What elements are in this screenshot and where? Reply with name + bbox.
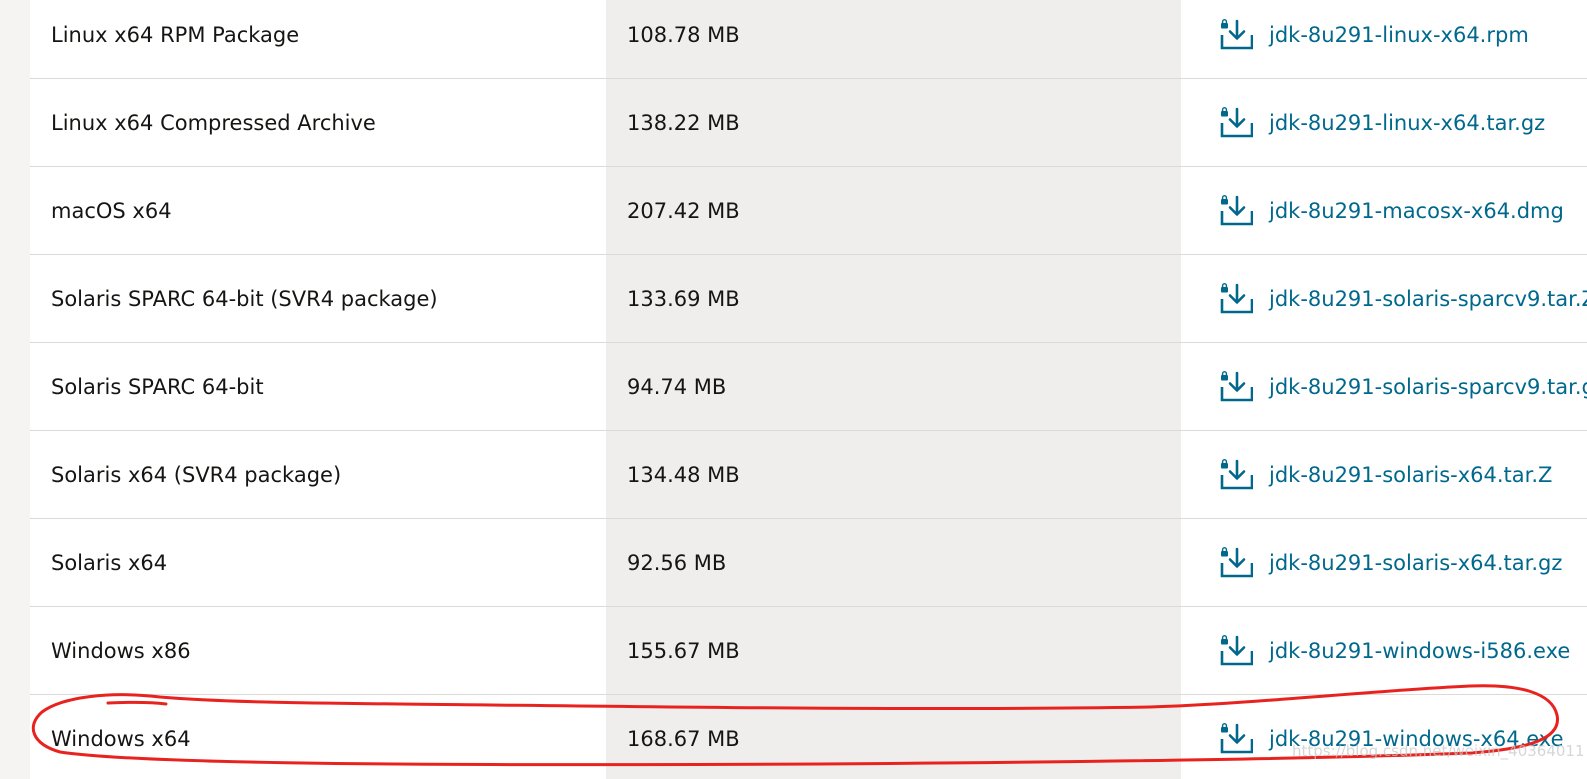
file-size-cell: 155.67 MB	[606, 607, 1181, 694]
product-cell: Linux x64 RPM Package	[30, 0, 606, 78]
download-cell: jdk-8u291-solaris-sparcv9.tar.Z	[1181, 255, 1587, 342]
download-link[interactable]: jdk-8u291-solaris-x64.tar.gz	[1269, 551, 1562, 575]
download-lock-icon[interactable]	[1219, 370, 1254, 404]
download-cell: jdk-8u291-linux-x64.tar.gz	[1181, 79, 1587, 166]
table-row: Solaris x64 (SVR4 package) 134.48 MB jdk…	[30, 431, 1587, 519]
download-page: Linux x64 RPM Package 108.78 MB jdk-8u29…	[0, 0, 1587, 779]
download-lock-icon[interactable]	[1219, 282, 1254, 316]
file-size-cell: 134.48 MB	[606, 431, 1181, 518]
product-cell: macOS x64	[30, 167, 606, 254]
download-link[interactable]: jdk-8u291-solaris-sparcv9.tar.gz	[1269, 375, 1587, 399]
product-cell: Windows x64	[30, 695, 606, 779]
download-lock-icon[interactable]	[1219, 722, 1254, 756]
download-lock-icon[interactable]	[1219, 458, 1254, 492]
download-link[interactable]: jdk-8u291-windows-x64.exe	[1269, 727, 1564, 751]
download-link[interactable]: jdk-8u291-linux-x64.tar.gz	[1269, 111, 1545, 135]
product-cell: Solaris SPARC 64-bit (SVR4 package)	[30, 255, 606, 342]
table-row: Solaris SPARC 64-bit (SVR4 package) 133.…	[30, 255, 1587, 343]
product-cell: Linux x64 Compressed Archive	[30, 79, 606, 166]
download-link[interactable]: jdk-8u291-macosx-x64.dmg	[1269, 199, 1564, 223]
table-row-highlighted: Windows x64 168.67 MB jdk-8u291-windows-…	[30, 695, 1587, 779]
table-row: Solaris SPARC 64-bit 94.74 MB jdk-8u291-…	[30, 343, 1587, 431]
file-size-cell: 92.56 MB	[606, 519, 1181, 606]
file-size-cell: 138.22 MB	[606, 79, 1181, 166]
file-size-cell: 94.74 MB	[606, 343, 1181, 430]
product-cell: Solaris SPARC 64-bit	[30, 343, 606, 430]
product-cell: Solaris x64 (SVR4 package)	[30, 431, 606, 518]
download-cell: jdk-8u291-windows-i586.exe	[1181, 607, 1587, 694]
download-cell: jdk-8u291-linux-x64.rpm	[1181, 0, 1587, 78]
download-table: Linux x64 RPM Package 108.78 MB jdk-8u29…	[30, 0, 1587, 779]
file-size-cell: 133.69 MB	[606, 255, 1181, 342]
download-lock-icon[interactable]	[1219, 634, 1254, 668]
download-link[interactable]: jdk-8u291-solaris-x64.tar.Z	[1269, 463, 1552, 487]
download-lock-icon[interactable]	[1219, 194, 1254, 228]
download-cell: jdk-8u291-solaris-x64.tar.gz	[1181, 519, 1587, 606]
download-cell: jdk-8u291-solaris-sparcv9.tar.gz	[1181, 343, 1587, 430]
file-size-cell: 108.78 MB	[606, 0, 1181, 78]
download-link[interactable]: jdk-8u291-solaris-sparcv9.tar.Z	[1269, 287, 1587, 311]
file-size-cell: 168.67 MB	[606, 695, 1181, 779]
download-lock-icon[interactable]	[1219, 546, 1254, 580]
table-row: Linux x64 Compressed Archive 138.22 MB j…	[30, 79, 1587, 167]
download-cell: jdk-8u291-solaris-x64.tar.Z	[1181, 431, 1587, 518]
download-cell: jdk-8u291-windows-x64.exe	[1181, 695, 1587, 779]
table-row: macOS x64 207.42 MB jdk-8u291-macosx-x64…	[30, 167, 1587, 255]
download-cell: jdk-8u291-macosx-x64.dmg	[1181, 167, 1587, 254]
table-row: Windows x86 155.67 MB jdk-8u291-windows-…	[30, 607, 1587, 695]
download-lock-icon[interactable]	[1219, 18, 1254, 52]
download-link[interactable]: jdk-8u291-windows-i586.exe	[1269, 639, 1570, 663]
product-cell: Solaris x64	[30, 519, 606, 606]
download-lock-icon[interactable]	[1219, 106, 1254, 140]
download-link[interactable]: jdk-8u291-linux-x64.rpm	[1269, 23, 1529, 47]
table-row: Linux x64 RPM Package 108.78 MB jdk-8u29…	[30, 0, 1587, 79]
file-size-cell: 207.42 MB	[606, 167, 1181, 254]
table-row: Solaris x64 92.56 MB jdk-8u291-solaris-x…	[30, 519, 1587, 607]
product-cell: Windows x86	[30, 607, 606, 694]
